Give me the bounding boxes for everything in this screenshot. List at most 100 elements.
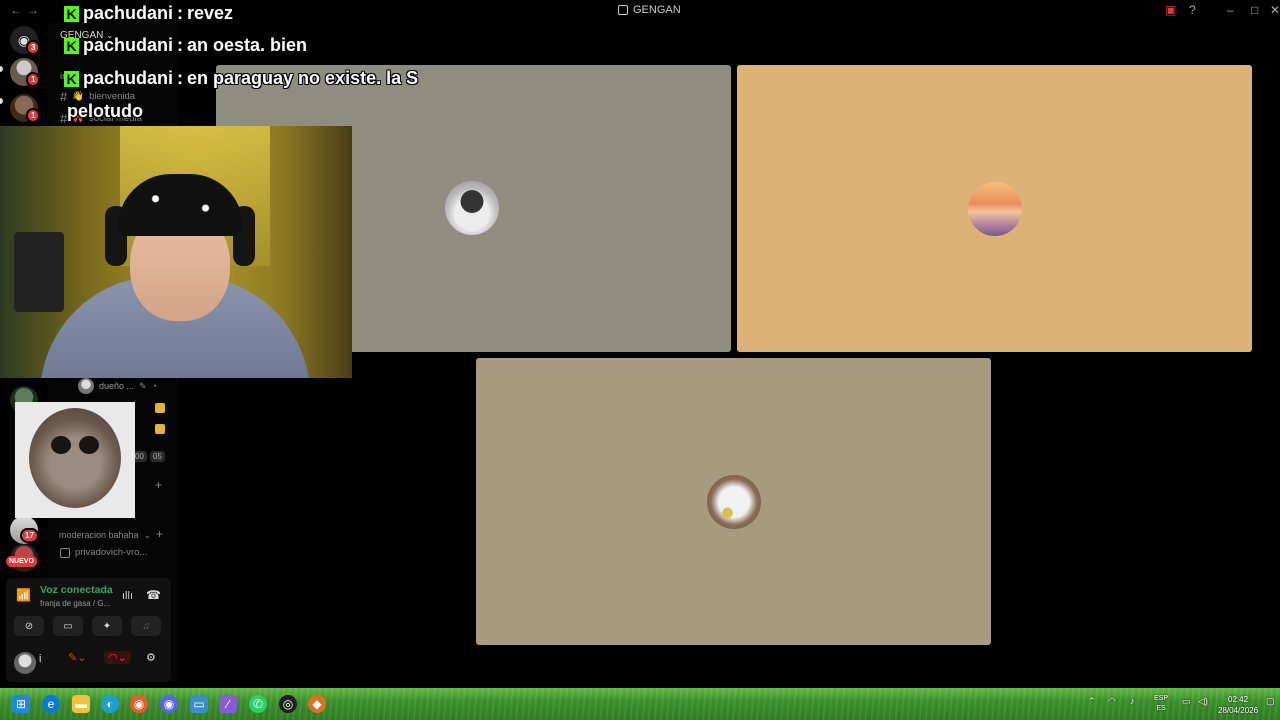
monkey-image — [15, 402, 135, 518]
chat-separator: : — [177, 3, 184, 23]
streamer-webcam — [0, 126, 352, 378]
mic-icon[interactable]: ♪ — [1130, 696, 1135, 706]
language-code: ESP — [1154, 695, 1169, 702]
keyboard-layout: ES — [1156, 705, 1166, 712]
chat-separator: : — [177, 68, 184, 88]
user-avatar — [445, 181, 499, 235]
discord-icon[interactable]: ◉ — [160, 695, 178, 713]
add-channel-icon[interactable]: + — [156, 527, 163, 541]
mic-muted-icon: ✎ — [139, 380, 147, 391]
user-avatar — [706, 474, 761, 529]
clock-time: 02:42 — [1228, 695, 1249, 704]
activities-button[interactable]: ✦ — [92, 616, 122, 636]
channel-privadovich[interactable]: privadovich-vro... — [60, 547, 147, 558]
voice-connection-panel: 📶 Voz conectada franja de gasa / G... ıl… — [6, 578, 171, 682]
notification-icon[interactable]: ▢ — [1266, 696, 1275, 707]
kick-logo-icon: K — [64, 37, 79, 54]
whatsapp-icon[interactable]: ✆ — [249, 695, 267, 713]
inbox-icon[interactable]: ▣ — [1165, 3, 1176, 17]
edge-icon[interactable]: e — [42, 695, 60, 713]
minimize-icon[interactable]: – — [1227, 3, 1234, 17]
headset-icon[interactable]: ◠ — [1108, 696, 1116, 707]
app-icon[interactable]: ∕ — [219, 695, 237, 713]
chat-username: pachudani — [83, 3, 174, 23]
help-icon[interactable]: ? — [1189, 3, 1196, 17]
user-avatar[interactable] — [14, 652, 36, 674]
activity-icon — [155, 403, 165, 413]
discord-screen: ← → GENGAN ▣ ? – □ ✕ ◉ 3 1 1 17 NUEVO GE… — [0, 0, 1280, 720]
obs-icon[interactable]: ◎ — [279, 695, 297, 713]
close-icon[interactable]: ✕ — [1270, 3, 1280, 17]
window-title: GENGAN — [618, 4, 681, 16]
network-icon[interactable]: ▭ — [1182, 696, 1191, 707]
avatar — [78, 378, 94, 394]
monkey-eye — [79, 436, 99, 454]
channel-label: privadovich-vro... — [75, 547, 148, 558]
voice-user-name: dueño ... — [99, 381, 135, 391]
language-indicator[interactable]: ESP ES — [1154, 694, 1168, 714]
unread-pill — [0, 98, 3, 104]
screen-share-button[interactable]: ▭ — [53, 616, 83, 636]
activity-icon — [155, 424, 165, 434]
file-explorer-icon[interactable]: ▬ — [72, 695, 90, 713]
window-title-text: GENGAN — [633, 4, 681, 16]
chat-username: pachudani — [83, 68, 174, 88]
deafen-icon: ◔ — [151, 381, 158, 391]
monkey-head — [29, 408, 121, 508]
app-icon[interactable]: ◆ — [308, 695, 326, 713]
kick-logo-icon: K — [64, 5, 79, 22]
badge: 1 — [26, 72, 41, 87]
taskbar-clock[interactable]: 02:42 28/04/2026 — [1218, 694, 1258, 716]
volume-icon[interactable]: ◁) — [1198, 696, 1208, 707]
maximize-icon[interactable]: □ — [1251, 3, 1258, 17]
video-tile-3[interactable] — [476, 358, 991, 645]
monkey-eye — [51, 436, 71, 454]
voice-status: Voz conectada — [40, 584, 113, 596]
chat-message: K pachudani: en paraguay no existe. la S — [64, 68, 418, 89]
category-moderacion[interactable]: moderacion bahaha ⌄ — [59, 530, 151, 541]
timer: 05 — [150, 451, 165, 462]
user-name: i — [39, 653, 42, 665]
chat-username: pachudani — [83, 35, 174, 55]
chevron-up-icon[interactable]: ⌃ — [1088, 696, 1096, 707]
signal-icon: 📶 — [16, 588, 31, 602]
chevron-down-icon: ⌄ — [143, 530, 152, 540]
chat-text: revez — [187, 3, 234, 23]
camera-off-button[interactable]: ⊘ — [14, 616, 44, 636]
back-arrow-icon[interactable]: ← — [10, 3, 22, 17]
badge: 1 — [26, 108, 41, 123]
app-icon[interactable]: ▭ — [190, 695, 208, 713]
voice-channel-name[interactable]: franja de gasa / G... — [40, 599, 110, 608]
voice-user[interactable]: dueño ... ✎ ◔ — [78, 378, 157, 394]
chat-text: an oesta. bien — [187, 35, 308, 55]
forward-arrow-icon[interactable]: → — [27, 3, 39, 17]
windows-start-icon[interactable]: ⊞ — [12, 695, 30, 713]
background-object — [14, 232, 64, 312]
browser-icon[interactable]: ◉ — [130, 695, 148, 713]
headset-deafened-icon[interactable]: ◠⌄ — [104, 651, 131, 664]
chat-text: en paraguay no existe. la S — [187, 68, 419, 88]
chat-separator: : — [177, 35, 184, 55]
category-label: moderacion bahaha — [59, 530, 139, 540]
chat-message: pelotudo — [67, 101, 143, 122]
windows-taskbar: ⊞ e ▬ ◐ ◉ ◉ ▭ ∕ ✆ ◎ ◆ ⌃ ◠ ♪ ▭ ◁) ▢ — [0, 688, 1280, 720]
clock-date: 28/04/2026 — [1218, 706, 1259, 715]
chat-text: pelotudo — [67, 101, 143, 121]
disconnect-icon[interactable]: ☎ — [146, 588, 161, 602]
chat-message: K pachudani: an oesta. bien — [64, 35, 307, 56]
soundboard-button[interactable]: ♫ — [131, 616, 161, 636]
mic-muted-icon[interactable]: ✎⌄ — [68, 651, 86, 664]
kick-logo-icon: K — [64, 70, 79, 87]
unread-pill — [0, 66, 3, 72]
video-tile-2[interactable] — [737, 65, 1252, 352]
user-avatar — [967, 181, 1022, 236]
add-icon[interactable]: + — [155, 478, 162, 492]
badge: 17 — [20, 528, 39, 543]
app-icon[interactable]: ◐ — [101, 695, 119, 713]
voice-waveform-icon[interactable]: ıllı — [122, 590, 133, 602]
server-icon — [618, 5, 628, 15]
nuevo-badge: NUEVO — [6, 556, 37, 567]
chat-message: K pachudani: revez — [64, 3, 233, 24]
settings-gear-icon[interactable]: ⚙ — [146, 651, 156, 664]
forum-icon — [60, 547, 70, 558]
